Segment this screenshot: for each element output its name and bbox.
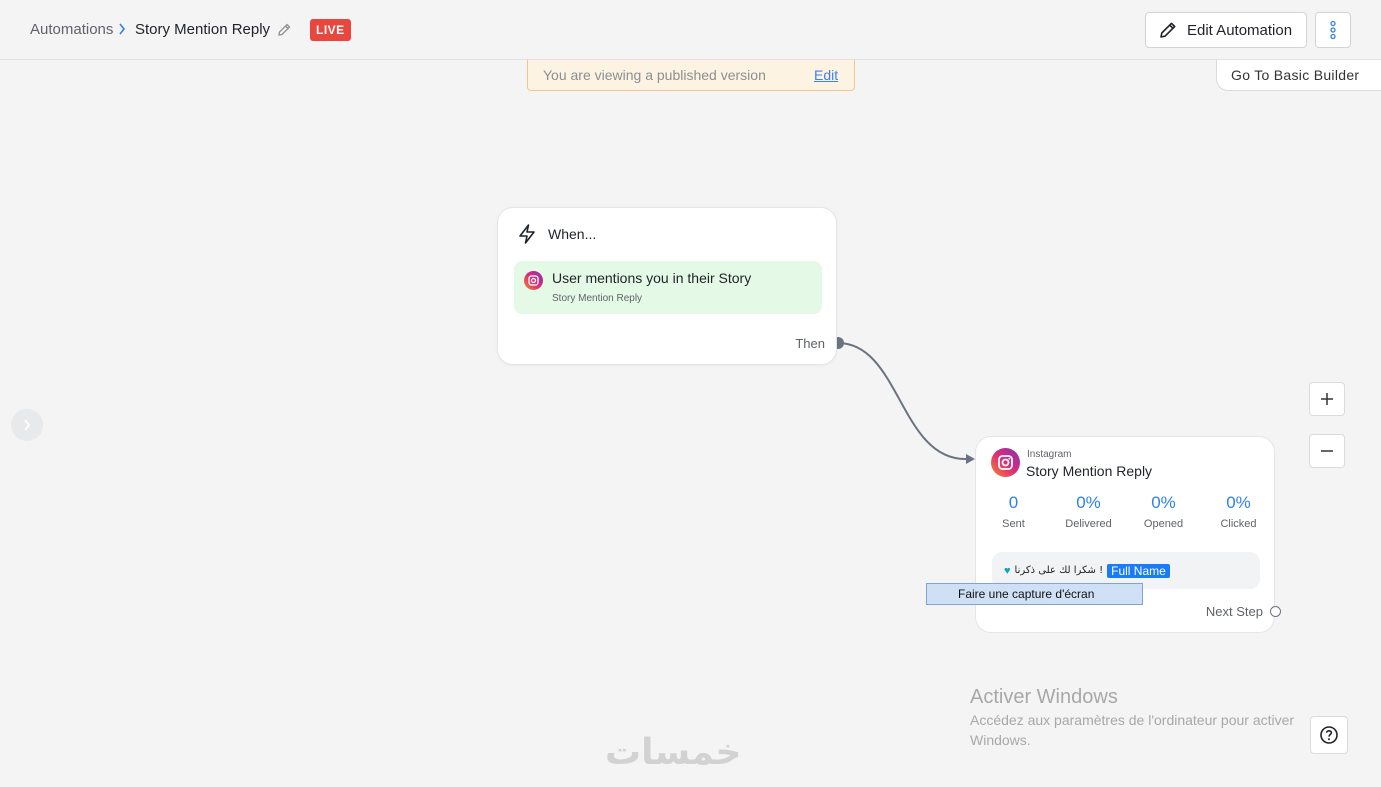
action-platform: Instagram <box>1027 449 1072 460</box>
heart-icon: ♥ <box>1004 564 1011 577</box>
stat-value: 0% <box>1151 493 1176 512</box>
sidebar-toggle-button[interactable] <box>11 409 43 441</box>
windows-activation-title: Activer Windows <box>970 686 1118 708</box>
vertical-dots-icon <box>1330 20 1336 40</box>
stat-opened: 0% Opened <box>1126 493 1201 530</box>
banner-edit-link[interactable]: Edit <box>814 67 838 83</box>
action-title: Story Mention Reply <box>1026 463 1153 479</box>
trigger-header: When... <box>516 223 596 245</box>
plus-icon <box>1321 393 1333 405</box>
trigger-condition[interactable]: User mentions you in their Story Story M… <box>514 261 822 314</box>
pencil-icon <box>1160 22 1176 38</box>
published-banner-text: You are viewing a published version <box>543 67 766 83</box>
stat-value: 0 <box>1008 493 1019 512</box>
variable-chip: Full Name <box>1107 563 1170 578</box>
automation-title: Story Mention Reply <box>135 21 271 38</box>
stat-sent: 0 Sent <box>976 493 1051 530</box>
question-icon <box>1320 726 1338 744</box>
trigger-condition-subtitle: Story Mention Reply <box>552 293 643 304</box>
zoom-in-button[interactable] <box>1309 382 1345 416</box>
top-bar: Automations Story Mention Reply LIVE Edi… <box>0 0 1381 60</box>
edit-automation-label: Edit Automation <box>1187 21 1293 39</box>
edit-automation-button[interactable]: Edit Automation <box>1145 12 1307 48</box>
stat-label: Opened <box>1143 518 1184 530</box>
status-badge: LIVE <box>310 19 351 41</box>
help-button[interactable] <box>1310 716 1348 754</box>
chevron-right-icon <box>119 23 126 35</box>
pencil-icon[interactable] <box>276 22 292 38</box>
then-label: Then <box>795 336 825 351</box>
chevron-right-icon <box>24 419 31 431</box>
instagram-icon <box>991 448 1020 477</box>
published-banner: You are viewing a published version Edit <box>527 60 855 91</box>
stats-row: 0 Sent 0% Delivered 0% Opened 0% Clicked <box>976 493 1276 530</box>
stat-label: Delivered <box>1065 518 1112 530</box>
more-options-button[interactable] <box>1315 12 1351 48</box>
zoom-out-button[interactable] <box>1309 434 1345 468</box>
instagram-icon <box>524 271 543 290</box>
flow-connector <box>832 337 975 464</box>
lightning-icon <box>519 224 535 244</box>
next-step-port[interactable] <box>1270 606 1281 617</box>
breadcrumb-automations[interactable]: Automations <box>30 21 113 38</box>
windows-activation-subtitle: Accédez aux paramètres de l'ordinateur p… <box>970 712 1295 748</box>
stat-label: Clicked <box>1220 518 1257 530</box>
stat-value: 0% <box>1076 493 1101 512</box>
site-watermark-logo: خمسات <box>605 732 742 773</box>
message-text: شكرا لك على ذكرنا ! <box>1014 565 1104 576</box>
stat-value: 0% <box>1226 493 1251 512</box>
trigger-heading: When... <box>548 226 597 242</box>
stat-label: Sent <box>1002 518 1025 530</box>
trigger-condition-title: User mentions you in their Story <box>552 270 752 286</box>
capture-tooltip: Faire une capture d'écran <box>926 583 1143 605</box>
trigger-card[interactable]: When... User mentions you in their Story… <box>497 207 837 365</box>
stat-delivered: 0% Delivered <box>1051 493 1126 530</box>
minus-icon <box>1321 450 1333 452</box>
next-step-label: Next Step <box>1205 604 1263 619</box>
stat-clicked: 0% Clicked <box>1201 493 1276 530</box>
go-to-basic-builder-button[interactable]: Go To Basic Builder <box>1216 60 1381 91</box>
